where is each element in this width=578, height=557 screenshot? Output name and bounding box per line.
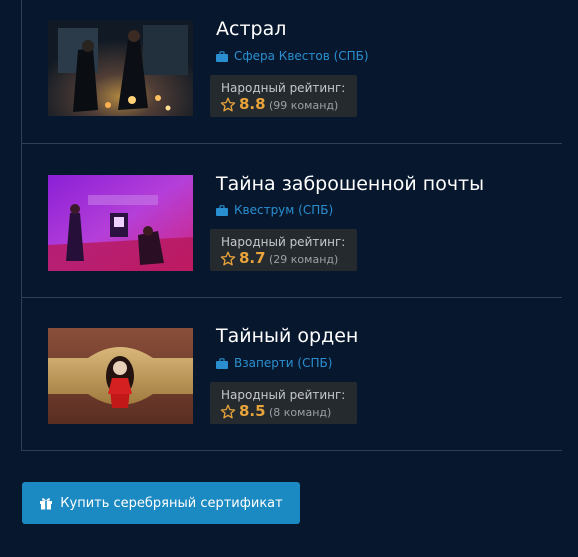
star-icon <box>220 97 236 112</box>
rating-label: Народный рейтинг: <box>221 81 346 95</box>
rating-box: Народный рейтинг: 8.7 (29 команд) <box>210 229 357 271</box>
quest-title[interactable]: Астрал <box>216 17 286 41</box>
rating-score: 8.7 <box>239 249 266 267</box>
quest-company-link[interactable]: Квеструм (СПБ) <box>216 202 333 218</box>
rating-score: 8.8 <box>239 95 266 113</box>
rating-label: Народный рейтинг: <box>221 235 346 249</box>
quest-title[interactable]: Тайна заброшенной почты <box>216 172 484 196</box>
quest-company-link[interactable]: Сфера Квестов (СПБ) <box>216 48 369 64</box>
quest-item: Тайна заброшенной почты Квеструм (СПБ) Н… <box>22 144 562 298</box>
briefcase-icon <box>216 50 228 62</box>
quest-thumbnail-image[interactable] <box>48 20 193 116</box>
quest-item: Тайный орден Взаперти (СПБ) Народный рей… <box>22 298 562 451</box>
rating-box: Народный рейтинг: 8.5 (8 команд) <box>210 382 357 424</box>
rating-teams-count: (29 команд) <box>269 253 339 266</box>
rating-teams-count: (99 команд) <box>269 99 339 112</box>
gift-icon <box>40 498 53 510</box>
star-icon <box>220 251 236 266</box>
quest-company-link[interactable]: Взаперти (СПБ) <box>216 355 332 371</box>
rating-teams-count: (8 команд) <box>269 406 332 419</box>
quest-thumbnail-image[interactable] <box>48 328 193 424</box>
briefcase-icon <box>216 357 228 369</box>
quest-item: Астрал Сфера Квестов (СПБ) Народный рейт… <box>22 0 562 144</box>
quest-thumbnail-image[interactable] <box>48 175 193 271</box>
company-name: Сфера Квестов (СПБ) <box>234 49 369 63</box>
rating-box: Народный рейтинг: 8.8 (99 команд) <box>210 75 357 117</box>
buy-button-label: Купить серебряный сертификат <box>60 495 283 511</box>
quest-list: Астрал Сфера Квестов (СПБ) Народный рейт… <box>21 0 562 451</box>
buy-silver-certificate-button[interactable]: Купить серебряный сертификат <box>22 482 300 524</box>
briefcase-icon <box>216 204 228 216</box>
rating-label: Народный рейтинг: <box>221 388 346 402</box>
quest-title[interactable]: Тайный орден <box>216 324 358 348</box>
rating-score: 8.5 <box>239 402 266 420</box>
company-name: Взаперти (СПБ) <box>234 356 333 370</box>
divider <box>22 450 562 451</box>
star-icon <box>220 404 236 419</box>
company-name: Квеструм (СПБ) <box>234 203 334 217</box>
